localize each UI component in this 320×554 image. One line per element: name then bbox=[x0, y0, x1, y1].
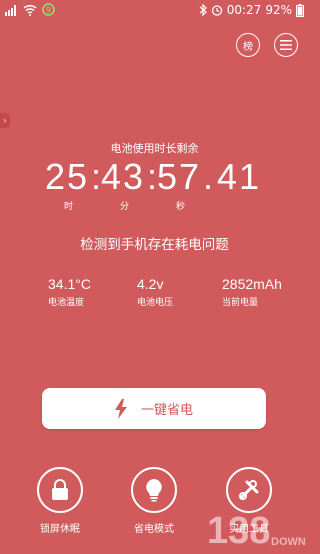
stat-value: 34.1°C bbox=[48, 276, 91, 292]
unit-second: 秒 bbox=[176, 202, 186, 212]
power-saving-mode-button[interactable] bbox=[131, 467, 177, 513]
status-time: 00:27 bbox=[226, 3, 262, 17]
lock-sleep-button[interactable] bbox=[37, 467, 83, 513]
ranking-label: 榜 bbox=[243, 41, 253, 53]
stat-temperature: 34.1°C 电池温度 bbox=[48, 276, 91, 308]
ranking-button[interactable]: 榜 bbox=[236, 33, 260, 57]
menu-icon bbox=[280, 40, 292, 50]
svg-text:DOWN: DOWN bbox=[271, 536, 306, 548]
remaining-title: 电池使用时长剩余 bbox=[110, 142, 199, 155]
lightning-icon bbox=[114, 398, 127, 419]
timer-dot: . bbox=[203, 156, 216, 197]
timer-fraction: 41 bbox=[217, 156, 262, 197]
status-bar: 9 00:27 92% bbox=[0, 0, 309, 22]
stat-capacity: 2852mAh 当前电量 bbox=[222, 276, 282, 308]
watermark-logo: 138 DOWN bbox=[205, 505, 309, 552]
chevron-right-icon: › bbox=[3, 116, 7, 125]
stat-label: 电池电压 bbox=[137, 298, 174, 308]
battery-percent: 92% bbox=[265, 3, 292, 17]
lock-icon bbox=[52, 479, 68, 500]
remaining-timer: 25 : 43 : 57 . 41 bbox=[45, 156, 265, 197]
svg-text:9: 9 bbox=[46, 6, 51, 15]
lock-sleep-label: 锁屏休眠 bbox=[40, 524, 80, 535]
battery-icon bbox=[296, 3, 304, 17]
unit-hour: 时 bbox=[64, 202, 74, 212]
timer-seconds: 57 bbox=[157, 156, 202, 197]
side-drawer-handle[interactable]: › bbox=[0, 113, 10, 128]
wrench-icon bbox=[239, 480, 259, 500]
menu-button[interactable] bbox=[274, 33, 298, 57]
signal-icon bbox=[5, 4, 16, 16]
one-key-save-button[interactable]: 一键省电 bbox=[42, 388, 266, 429]
stat-voltage: 4.2v 电池电压 bbox=[137, 276, 173, 308]
stat-label: 电池温度 bbox=[48, 298, 85, 308]
warning-text: 检测到手机存在耗电问题 bbox=[80, 237, 229, 253]
svg-text:138: 138 bbox=[207, 510, 270, 550]
stat-value: 4.2v bbox=[137, 276, 164, 292]
one-key-save-label: 一键省电 bbox=[140, 403, 193, 418]
power-saving-mode-label: 省电模式 bbox=[134, 524, 174, 535]
bluetooth-icon bbox=[199, 4, 207, 16]
timer-minutes: 43 bbox=[101, 156, 146, 197]
lightbulb-icon bbox=[146, 479, 162, 502]
badge-icon: 9 bbox=[42, 3, 55, 16]
unit-minute: 分 bbox=[120, 202, 130, 212]
timer-hours: 25 bbox=[45, 156, 90, 197]
alarm-icon bbox=[211, 5, 222, 16]
stat-label: 当前电量 bbox=[222, 298, 259, 308]
stat-value: 2852mAh bbox=[222, 276, 282, 292]
wifi-icon bbox=[23, 4, 37, 16]
